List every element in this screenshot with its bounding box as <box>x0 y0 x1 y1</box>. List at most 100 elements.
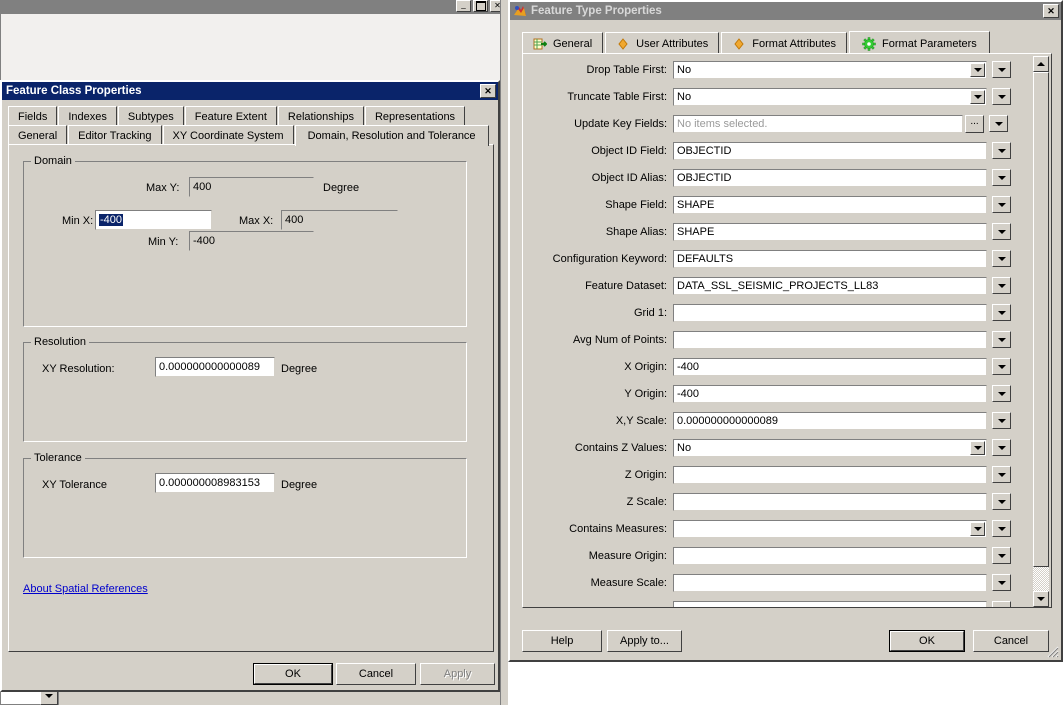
parameter-input[interactable]: 0.000000000000089 <box>673 411 987 430</box>
about-spatial-references-link[interactable]: About Spatial References <box>23 583 148 595</box>
parameter-input[interactable] <box>673 600 987 607</box>
parameter-dropdown-button[interactable] <box>992 520 1011 537</box>
tab-format-parameters[interactable]: Format Parameters <box>849 31 990 55</box>
parameter-label: Update Key Fields: <box>574 117 667 130</box>
parameter-dropdown-button[interactable] <box>992 277 1011 294</box>
parameter-input[interactable]: No <box>673 438 987 457</box>
parameter-dropdown-button[interactable] <box>992 385 1011 402</box>
help-button[interactable]: Help <box>522 630 602 652</box>
parameter-dropdown-button[interactable] <box>992 169 1011 186</box>
resize-grip[interactable] <box>1045 644 1059 658</box>
parameter-input[interactable] <box>673 465 987 484</box>
max-x-field[interactable]: 400 <box>281 210 398 230</box>
parameter-input[interactable]: -400 <box>673 384 987 403</box>
parameter-dropdown-button[interactable] <box>992 574 1011 591</box>
parameter-input[interactable] <box>673 492 987 511</box>
tab-domain-resolution-tolerance[interactable]: Domain, Resolution and Tolerance <box>294 125 489 146</box>
parameter-dropdown-button[interactable] <box>992 493 1011 510</box>
parameter-dropdown-button[interactable] <box>992 61 1011 78</box>
parameter-combo-button[interactable] <box>970 89 985 104</box>
parameter-input[interactable]: No items selected. <box>673 114 963 133</box>
apply-to-button[interactable]: Apply to... <box>607 630 682 652</box>
feature-type-properties-titlebar: Feature Type Properties ✕ <box>510 2 1061 20</box>
tab-general[interactable]: General <box>522 32 604 54</box>
parameter-input[interactable] <box>673 303 987 322</box>
parameter-input[interactable]: -400 <box>673 357 987 376</box>
parameter-input[interactable]: DEFAULTS <box>673 249 987 268</box>
parameter-dropdown-button[interactable] <box>992 88 1011 105</box>
tab-user-attributes[interactable]: User Attributes <box>605 32 720 54</box>
parameter-dropdown-button[interactable] <box>992 223 1011 240</box>
parameter-dropdown-button[interactable] <box>992 547 1011 564</box>
orange-diamond-icon <box>732 37 746 51</box>
parameter-combo-button[interactable] <box>970 440 985 455</box>
background-window-system-buttons: _ ✕ <box>456 0 505 12</box>
parameter-input[interactable]: OBJECTID <box>673 168 987 187</box>
xy-resolution-field[interactable]: 0.000000000000089 <box>155 357 275 377</box>
tab-subtypes[interactable]: Subtypes <box>117 106 184 127</box>
parameter-dropdown-button[interactable] <box>992 412 1011 429</box>
parameter-input[interactable]: OBJECTID <box>673 141 987 160</box>
parameter-input[interactable] <box>673 573 987 592</box>
parameter-combo-button[interactable] <box>970 62 985 77</box>
max-y-field[interactable]: 400 <box>189 177 314 197</box>
format-parameters-scrollbar[interactable] <box>1033 56 1049 607</box>
tab-fields[interactable]: Fields <box>8 106 58 127</box>
min-x-field[interactable]: -400 <box>95 210 212 230</box>
min-y-field[interactable]: -400 <box>189 231 314 251</box>
parameter-browse-button[interactable]: ... <box>965 114 984 133</box>
feature-class-cancel-button[interactable]: Cancel <box>336 663 416 685</box>
min-y-label: Min Y: <box>148 236 179 248</box>
tab-representations[interactable]: Representations <box>364 106 466 127</box>
parameter-dropdown-button[interactable] <box>992 196 1011 213</box>
parameter-value: OBJECTID <box>677 144 732 157</box>
feature-type-close-button[interactable]: ✕ <box>1043 4 1059 18</box>
scrollbar-thumb[interactable] <box>1033 72 1049 567</box>
chevron-down-icon <box>997 283 1006 288</box>
tab-xy-coordinate-system[interactable]: XY Coordinate System <box>162 125 294 146</box>
parameter-dropdown-button[interactable] <box>989 115 1008 132</box>
domain-group: Domain Max Y: 400 Degree Min X: -400 Max… <box>23 155 467 327</box>
parameter-input[interactable]: DATA_SSL_SEISMIC_PROJECTS_LL83 <box>673 276 987 295</box>
tab-feature-extent[interactable]: Feature Extent <box>184 106 277 127</box>
app-logo-icon <box>513 4 527 18</box>
tab-format-attributes[interactable]: Format Attributes <box>721 32 848 54</box>
tab-label: Fields <box>18 111 48 123</box>
parameter-combo-button[interactable] <box>970 521 985 536</box>
parameter-input[interactable] <box>673 546 987 565</box>
feature-type-ok-button[interactable]: OK <box>889 630 965 652</box>
xy-tolerance-field[interactable]: 0.000000008983153 <box>155 473 275 493</box>
parameter-input[interactable]: SHAPE <box>673 195 987 214</box>
tab-general[interactable]: General <box>8 125 68 146</box>
parameter-dropdown-button[interactable] <box>992 142 1011 159</box>
scroll-down-button[interactable] <box>1033 591 1049 607</box>
parameter-dropdown-button[interactable] <box>992 250 1011 267</box>
parameter-dropdown-button[interactable] <box>992 601 1011 607</box>
parameter-dropdown-button[interactable] <box>992 358 1011 375</box>
tab-label: Feature Extent <box>194 111 267 123</box>
tab-editor-tracking[interactable]: Editor Tracking <box>68 125 162 146</box>
parameter-dropdown-button[interactable] <box>992 439 1011 456</box>
tab-indexes[interactable]: Indexes <box>58 106 117 127</box>
parameter-input[interactable] <box>673 330 987 349</box>
min-y-value: -400 <box>193 235 216 247</box>
feature-class-close-button[interactable]: ✕ <box>480 84 496 98</box>
tab-label: Relationships <box>287 111 354 123</box>
parameter-dropdown-button[interactable] <box>992 331 1011 348</box>
minimize-button[interactable]: _ <box>456 0 471 12</box>
feature-class-ok-button[interactable]: OK <box>253 663 333 685</box>
parameter-input[interactable]: No <box>673 60 987 79</box>
feature-type-cancel-button[interactable]: Cancel <box>973 630 1049 652</box>
parameter-label: Avg Num of Points: <box>573 333 667 346</box>
parameter-input[interactable]: No <box>673 87 987 106</box>
parameter-label: Z Origin: <box>624 468 667 481</box>
parameter-input[interactable] <box>673 519 987 538</box>
tab-relationships[interactable]: Relationships <box>277 106 364 127</box>
scrollbar-track[interactable] <box>1033 72 1049 591</box>
maximize-button[interactable] <box>473 0 488 12</box>
chevron-down-icon <box>997 148 1006 153</box>
scroll-up-button[interactable] <box>1033 56 1049 72</box>
parameter-input[interactable]: SHAPE <box>673 222 987 241</box>
parameter-dropdown-button[interactable] <box>992 304 1011 321</box>
parameter-dropdown-button[interactable] <box>992 466 1011 483</box>
